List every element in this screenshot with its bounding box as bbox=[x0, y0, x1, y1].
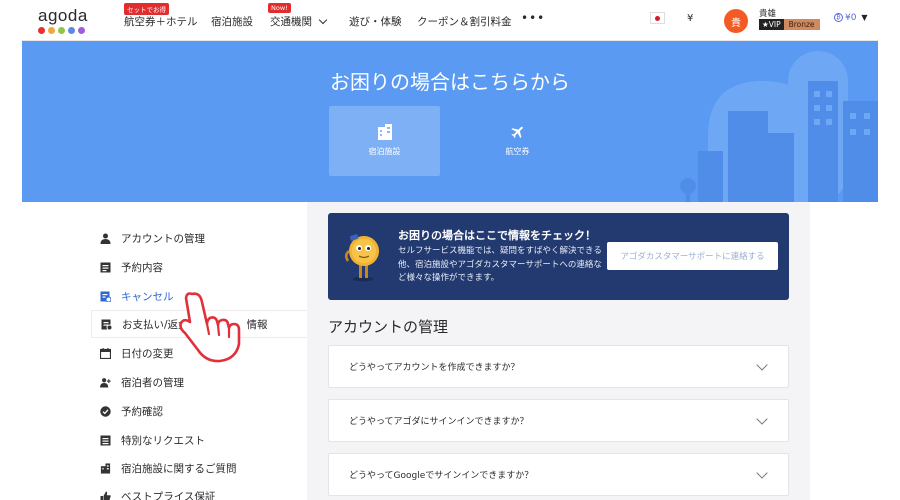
nav-transport-label: 交通機関 bbox=[270, 16, 312, 28]
chevron-down-icon[interactable] bbox=[756, 412, 768, 425]
currency-selector[interactable]: ¥ bbox=[687, 13, 693, 24]
points-value: ¥0 bbox=[845, 13, 857, 23]
sidebar-item-label: 宿泊施設に関するご質問 bbox=[121, 462, 237, 475]
vip-tier-badge: ★VIP Bronze bbox=[759, 19, 820, 30]
sidebar-item-property-questions[interactable]: 宿泊施設に関するご質問 bbox=[100, 458, 237, 478]
coin-icon: ₿ bbox=[834, 13, 843, 22]
building-icon bbox=[377, 124, 392, 140]
user-name[interactable]: 貴雄 bbox=[759, 7, 776, 19]
faq-question: どうやってGoogleでサインインできますか？ bbox=[349, 471, 534, 481]
chevron-down-icon bbox=[319, 15, 328, 25]
person-icon bbox=[100, 233, 111, 244]
points-balance[interactable]: ₿ ¥0 ▼ bbox=[834, 13, 867, 23]
more-menu-icon[interactable]: ••• bbox=[521, 11, 545, 25]
sidebar-item-confirmation[interactable]: 予約確認 bbox=[100, 401, 163, 421]
sidebar-item-label: ベストプライス保証 bbox=[121, 490, 216, 500]
sidebar-item-label: 特別なリクエスト bbox=[121, 434, 205, 447]
help-banner: お困りの場合はこちらから 宿泊施設 航空券 bbox=[22, 41, 878, 202]
calendar-icon bbox=[100, 347, 111, 359]
sidebar-item-label: 宿泊者の管理 bbox=[121, 376, 184, 389]
faq-item[interactable]: どうやってGoogleでサインインできますか？ bbox=[328, 453, 789, 496]
nav-transport[interactable]: 交通機関 bbox=[270, 14, 328, 29]
logo-text: agoda bbox=[38, 6, 88, 25]
agoda-logo[interactable]: agoda bbox=[38, 6, 88, 34]
banner-title: お困りの場合はこちらから bbox=[330, 70, 570, 94]
faq-item[interactable]: どうやってアカウントを作成できますか？ bbox=[328, 345, 789, 388]
cancel-doc-icon bbox=[100, 291, 111, 302]
sidebar-item-label: 日付の変更 bbox=[121, 347, 174, 360]
chevron-down-icon[interactable] bbox=[756, 358, 768, 371]
section-title: アカウントの管理 bbox=[328, 318, 449, 336]
request-doc-icon bbox=[100, 435, 111, 446]
sidebar-item-guests[interactable]: 宿泊者の管理 bbox=[100, 372, 184, 392]
nav-activities[interactable]: 遊び・体験 bbox=[349, 14, 402, 29]
category-tile-accommodation[interactable]: 宿泊施設 bbox=[329, 106, 440, 176]
category-label-accommodation: 宿泊施設 bbox=[368, 147, 401, 156]
top-header: agoda セットでお得 航空券＋ホテル 宿泊施設 Now! 交通機関 遊び・体… bbox=[22, 0, 878, 41]
sidebar-item-special-requests[interactable]: 特別なリクエスト bbox=[100, 430, 205, 450]
contact-support-button[interactable]: アゴダカスタマーサポートに連絡する bbox=[607, 242, 778, 270]
info-card-text: セルフサービス機能では、疑問をすばやく解決できる他、宿泊施設やアゴダカスタマーサ… bbox=[398, 246, 602, 283]
sidebar-item-cancellation[interactable]: キャンセル bbox=[100, 286, 174, 306]
document-icon bbox=[100, 262, 111, 273]
guest-add-icon bbox=[100, 377, 111, 388]
sidebar-item-best-price[interactable]: ベストプライス保証 bbox=[100, 486, 215, 500]
self-service-card: お困りの場合はここで情報をチェック！ セルフサービス機能では、疑問をすばやく解決… bbox=[328, 213, 789, 300]
thumbs-up-icon bbox=[100, 491, 111, 500]
payment-doc-icon bbox=[101, 319, 112, 330]
japan-flag-icon[interactable] bbox=[650, 12, 665, 24]
sidebar-item-account[interactable]: アカウントの管理 bbox=[100, 228, 205, 248]
logo-dots bbox=[38, 27, 88, 34]
airplane-icon bbox=[510, 126, 523, 139]
sidebar-item-label: 予約内容 bbox=[121, 261, 163, 274]
sidebar-item-label: 予約確認 bbox=[121, 405, 163, 418]
sidebar-item-label: キャンセル bbox=[121, 290, 174, 303]
nav-accommodation[interactable]: 宿泊施設 bbox=[211, 14, 253, 29]
pointing-hand-icon bbox=[179, 292, 241, 363]
faq-question: どうやってアゴダにサインインできますか？ bbox=[349, 417, 529, 427]
sidebar-item-change-dates[interactable]: 日付の変更 bbox=[100, 343, 174, 363]
help-center-page: agoda セットでお得 航空券＋ホテル 宿泊施設 Now! 交通機関 遊び・体… bbox=[0, 0, 900, 500]
category-label-flights: 航空券 bbox=[505, 147, 530, 156]
nav-flight-hotel[interactable]: 航空券＋ホテル bbox=[124, 14, 198, 29]
help-topics-sidebar: アカウントの管理 予約内容 キャンセル お支払い/返金 情報 日付の変更 宿泊者… bbox=[22, 202, 307, 500]
dropdown-arrow-icon: ▼ bbox=[861, 13, 868, 22]
chevron-down-icon[interactable] bbox=[756, 466, 768, 479]
help-main-content: お困りの場合はここで情報をチェック！ セルフサービス機能では、疑問をすばやく解決… bbox=[307, 202, 810, 500]
sidebar-item-label-tail: 情報 bbox=[246, 318, 268, 331]
property-icon bbox=[100, 462, 111, 474]
faq-item[interactable]: どうやってアゴダにサインインできますか？ bbox=[328, 399, 789, 442]
nav-coupons[interactable]: クーポン＆割引料金 bbox=[417, 14, 512, 29]
mascot-icon bbox=[345, 234, 379, 282]
sidebar-item-label: アカウントの管理 bbox=[121, 232, 205, 245]
nav-badge-new: Now! bbox=[268, 3, 291, 13]
info-card-title: お困りの場合はここで情報をチェック！ bbox=[398, 229, 596, 242]
avatar[interactable]: 貴 bbox=[724, 9, 748, 33]
check-circle-icon bbox=[100, 405, 111, 417]
tier-label: Bronze bbox=[783, 19, 820, 30]
sidebar-item-booking-details[interactable]: 予約内容 bbox=[100, 257, 163, 277]
vip-label: ★VIP bbox=[759, 19, 784, 30]
category-tile-flights[interactable]: 航空券 bbox=[462, 106, 573, 176]
faq-question: どうやってアカウントを作成できますか？ bbox=[349, 363, 520, 373]
